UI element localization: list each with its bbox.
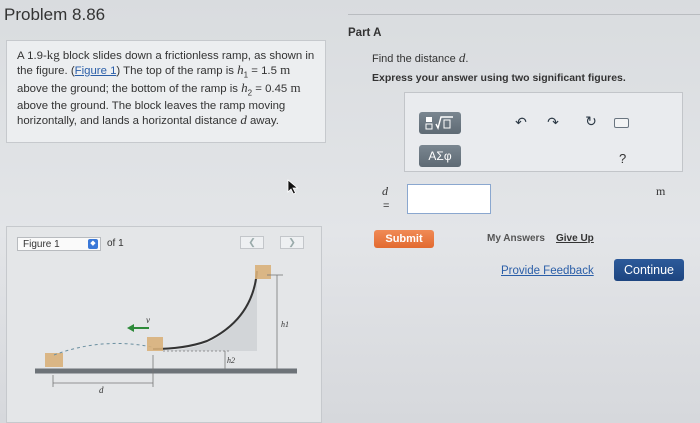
fraction-sqrt-template-icon xyxy=(425,116,453,130)
statement-text: = 0.45 xyxy=(252,83,291,96)
question-text: Find the distance d. xyxy=(372,50,468,66)
answer-variable: d xyxy=(382,184,388,198)
submit-button[interactable]: Submit xyxy=(374,230,434,248)
statement-text: = 1.5 xyxy=(248,65,281,77)
unit-m: m xyxy=(280,62,291,77)
unit-kg: kg xyxy=(46,47,60,62)
answer-equals: = xyxy=(383,200,390,212)
ramp-diagram: v h1 h2 d xyxy=(35,265,297,395)
continue-button[interactable]: Continue xyxy=(614,259,684,281)
landing-block xyxy=(45,353,63,367)
statement-text: ) The top of the ramp is xyxy=(116,65,238,77)
undo-icon[interactable]: ↶ xyxy=(513,114,529,131)
chevron-left-icon: ❮ xyxy=(248,237,256,247)
figure-select-value: Figure 1 xyxy=(23,239,60,250)
figure-header: Figure 1 ◆ of 1 ❮ ❯ xyxy=(7,227,321,255)
statement-text: above the ground; the bottom of the ramp… xyxy=(17,83,242,96)
next-figure-button[interactable]: ❯ xyxy=(280,236,304,249)
symbols-button[interactable]: ΑΣφ xyxy=(419,145,461,167)
answer-input[interactable] xyxy=(407,184,491,214)
question-prefix: Find the distance xyxy=(372,53,459,65)
answer-unit: m xyxy=(656,184,666,198)
statement-text: away. xyxy=(246,114,279,127)
math-editor-toolbar: ΑΣφ ↶ ↷ ↻ ? xyxy=(404,92,683,172)
mouse-cursor-icon xyxy=(287,179,299,195)
redo-icon[interactable]: ↷ xyxy=(545,114,561,131)
velocity-arrowhead xyxy=(127,324,134,332)
figure-panel: Figure 1 ◆ of 1 ❮ ❯ v h1 h2 d xyxy=(6,226,322,423)
templates-button[interactable] xyxy=(419,112,461,134)
label-h2: h2 xyxy=(227,356,235,365)
figure-link[interactable]: Figure 1 xyxy=(75,65,117,77)
chevron-right-icon: ❯ xyxy=(288,237,296,247)
divider xyxy=(348,14,700,15)
provide-feedback-link[interactable]: Provide Feedback xyxy=(501,265,594,277)
figure-select[interactable]: Figure 1 ◆ xyxy=(17,237,101,251)
label-d: d xyxy=(99,385,104,395)
statement-text: A 1.9- xyxy=(17,50,47,62)
label-v: v xyxy=(146,315,150,325)
label-h1: h1 xyxy=(281,320,289,329)
part-label: Part A xyxy=(348,27,382,39)
problem-statement: A 1.9-kg block slides down a frictionles… xyxy=(6,40,326,143)
give-up-link[interactable]: Give Up xyxy=(556,233,594,244)
question-suffix: . xyxy=(465,53,469,65)
keyboard-icon[interactable] xyxy=(614,118,629,128)
trajectory-line xyxy=(53,342,153,356)
start-block xyxy=(255,265,271,279)
reset-icon[interactable]: ↻ xyxy=(583,113,599,130)
my-answers-link[interactable]: My Answers xyxy=(487,233,545,244)
launch-block xyxy=(147,337,163,351)
figure-count: of 1 xyxy=(107,238,124,249)
unit-m: m xyxy=(290,80,301,96)
answer-instruction: Express your answer using two significan… xyxy=(372,72,626,84)
help-button[interactable]: ? xyxy=(619,151,626,166)
select-spinner-icon: ◆ xyxy=(88,239,98,249)
ramp-fill xyxy=(153,271,257,351)
problem-title: Problem 8.86 xyxy=(4,5,106,24)
prev-figure-button[interactable]: ❮ xyxy=(240,236,264,249)
